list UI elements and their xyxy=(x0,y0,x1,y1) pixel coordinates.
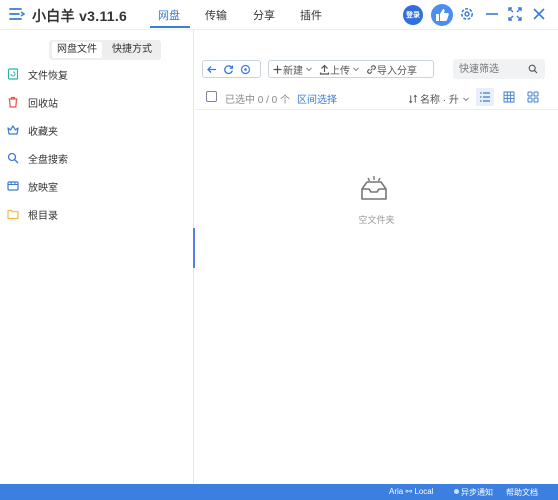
sidebar-item-root-directory[interactable]: 根目录 xyxy=(0,202,193,226)
thumbs-up-icon[interactable] xyxy=(431,4,453,26)
segment-netdisk-files[interactable]: 网盘文件 xyxy=(52,42,102,58)
empty-folder-text: 空文件夹 xyxy=(358,215,395,225)
arrow-left-icon xyxy=(207,65,216,73)
grid-view-icon xyxy=(503,91,515,103)
help-docs-link[interactable]: 帮助文档 xyxy=(506,487,538,498)
empty-tray-icon xyxy=(361,176,387,200)
sidebar-item-label: 文件恢复 xyxy=(28,71,68,82)
quick-filter xyxy=(453,59,545,79)
login-button[interactable]: 登录 xyxy=(403,5,423,25)
refresh-button[interactable] xyxy=(220,61,237,77)
back-button[interactable] xyxy=(203,61,220,77)
locate-button[interactable] xyxy=(237,61,254,77)
chevron-down-icon xyxy=(353,67,359,72)
chevron-down-icon xyxy=(463,97,469,101)
sidebar-item-label: 放映室 xyxy=(28,183,58,194)
sidebar-segmented-control: 网盘文件 快捷方式 xyxy=(49,40,161,60)
select-all-checkbox[interactable] xyxy=(206,91,217,102)
menu-icon[interactable] xyxy=(9,7,25,21)
tab-netdisk[interactable]: 网盘 xyxy=(158,7,180,23)
aria-status[interactable]: Aria ⚯ Local xyxy=(389,487,434,496)
sidebar-item-file-restore[interactable]: 文件恢复 xyxy=(0,62,193,86)
screening-room-icon xyxy=(7,181,19,191)
upload-button[interactable]: 上传 xyxy=(316,61,363,77)
refresh-icon xyxy=(224,64,234,74)
folder-icon xyxy=(7,209,19,220)
selection-count: 已选中 0 / 0 个 xyxy=(225,95,291,106)
sidebar-item-label: 全盘搜索 xyxy=(28,155,68,166)
import-share-label: 导入分享 xyxy=(377,65,417,77)
list-view-icon xyxy=(480,92,490,102)
status-bar: Aria ⚯ Local 异步通知 帮助文档 xyxy=(0,484,558,500)
new-button-label: 新建 xyxy=(283,65,303,77)
sort-label: 名称 · 升 xyxy=(420,95,459,106)
sort-dropdown[interactable]: 名称 · 升 xyxy=(408,91,470,106)
sidebar: 网盘文件 快捷方式 文件恢复 回收站 收藏夹 全盘搜索 放映室 根目录 xyxy=(0,30,194,484)
maximize-icon[interactable] xyxy=(507,6,523,22)
large-grid-icon xyxy=(527,91,539,103)
app-title: 小白羊 v3.11.6 xyxy=(32,8,128,24)
action-button-group: 新建 上传 导入分享 xyxy=(268,60,434,78)
plus-icon xyxy=(273,65,282,73)
settings-gear-icon[interactable] xyxy=(459,6,475,22)
notify-dot-icon xyxy=(454,489,459,494)
active-tab-indicator xyxy=(150,26,190,28)
sidebar-item-label: 根目录 xyxy=(28,211,58,222)
trash-icon xyxy=(8,96,18,108)
sidebar-item-recycle-bin[interactable]: 回收站 xyxy=(0,90,193,114)
link-icon xyxy=(367,64,376,74)
minimize-icon[interactable] xyxy=(484,6,500,22)
tab-share[interactable]: 分享 xyxy=(253,7,275,23)
sidebar-item-label: 回收站 xyxy=(28,99,58,110)
list-header: 已选中 0 / 0 个 区间选择 名称 · 升 xyxy=(195,84,558,110)
chevron-down-icon xyxy=(306,67,312,72)
sidebar-item-favorites[interactable]: 收藏夹 xyxy=(0,118,193,142)
tab-plugins[interactable]: 插件 xyxy=(300,7,322,23)
tab-transfer[interactable]: 传输 xyxy=(205,7,227,23)
large-icon-view-button[interactable] xyxy=(524,88,542,106)
title-bar: 小白羊 v3.11.6 网盘 传输 分享 插件 登录 xyxy=(0,0,558,30)
favorites-icon xyxy=(7,125,19,135)
async-notify-link[interactable]: 异步通知 xyxy=(461,487,493,498)
segment-shortcuts[interactable]: 快捷方式 xyxy=(107,42,157,58)
close-icon[interactable] xyxy=(531,6,547,22)
sidebar-item-screening-room[interactable]: 放映室 xyxy=(0,174,193,198)
search-icon xyxy=(7,152,19,164)
search-icon[interactable] xyxy=(528,64,538,74)
new-button[interactable]: 新建 xyxy=(269,61,316,77)
range-select-link[interactable]: 区间选择 xyxy=(297,91,337,106)
file-restore-icon xyxy=(7,68,19,80)
grid-view-button[interactable] xyxy=(500,88,518,106)
list-view-button[interactable] xyxy=(476,88,494,106)
navigation-button-group xyxy=(202,60,261,78)
target-icon xyxy=(240,64,251,74)
sidebar-item-label: 收藏夹 xyxy=(28,127,58,138)
file-browser: 新建 上传 导入分享 已选中 0 / 0 个 区间选择 名称 · 升 xyxy=(195,30,558,484)
quick-filter-input[interactable] xyxy=(459,62,527,76)
upload-button-label: 上传 xyxy=(330,65,350,77)
upload-icon xyxy=(319,64,330,75)
sidebar-item-full-search[interactable]: 全盘搜索 xyxy=(0,146,193,170)
sort-icon xyxy=(409,94,417,103)
import-share-button[interactable]: 导入分享 xyxy=(363,61,420,77)
